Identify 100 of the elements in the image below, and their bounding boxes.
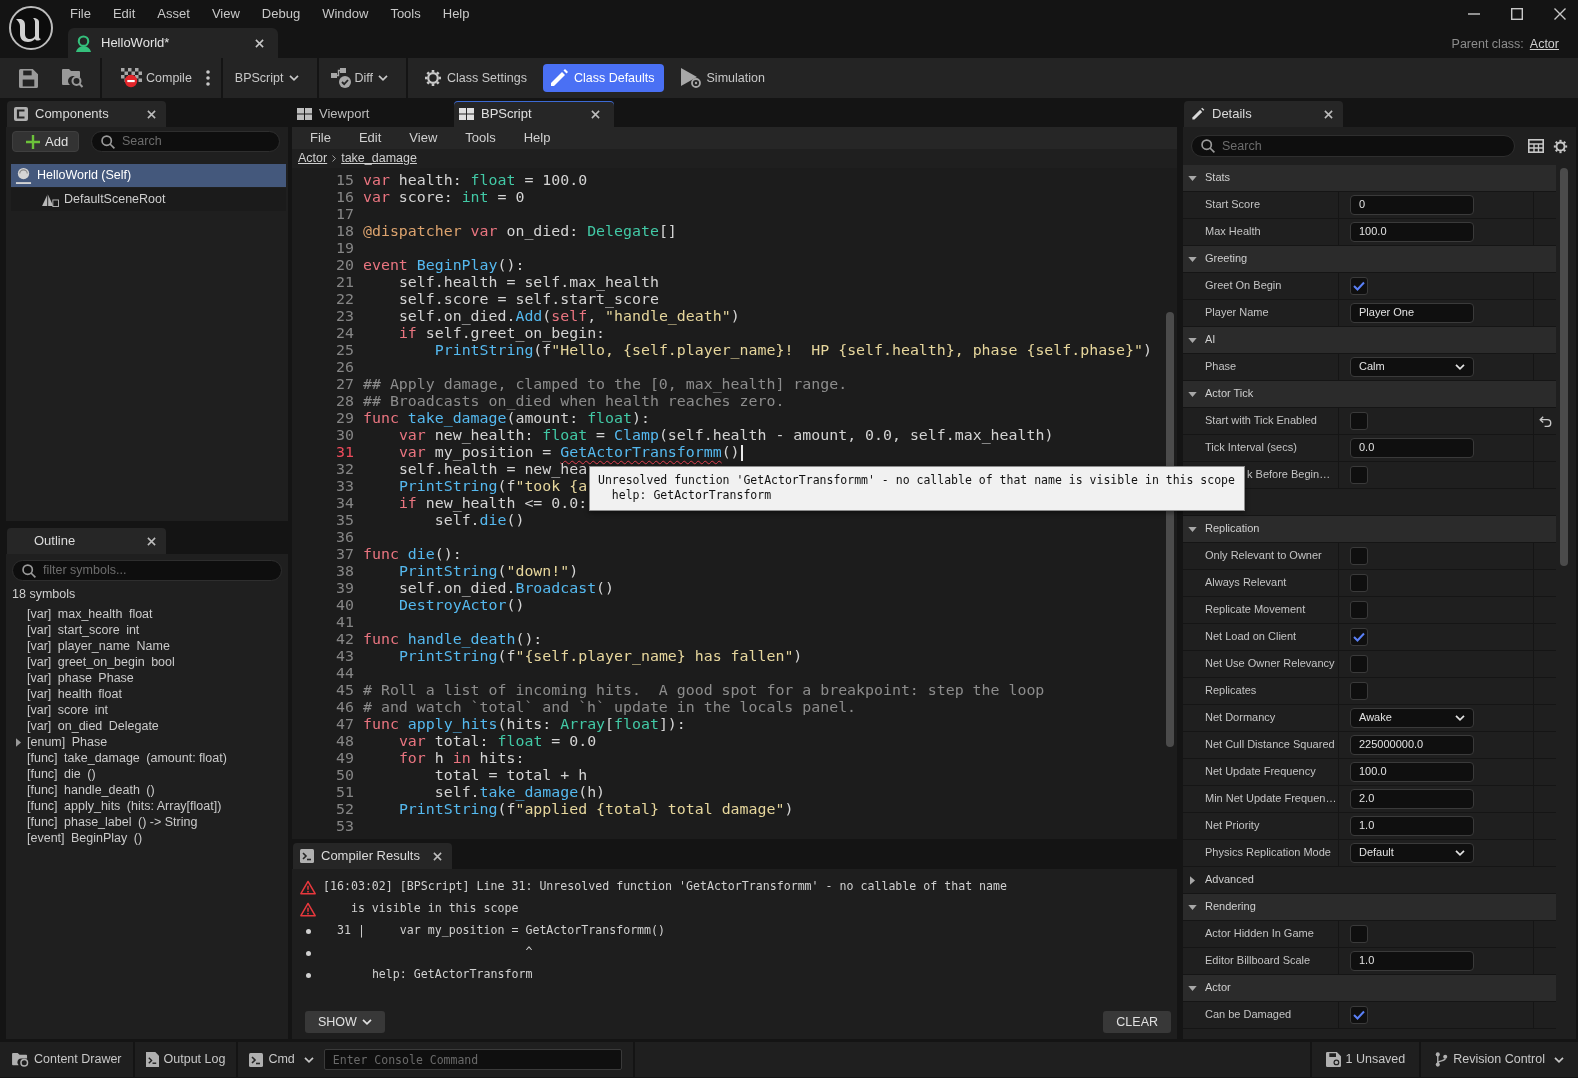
checkbox[interactable]	[1350, 601, 1368, 619]
outline-item[interactable]: [var] player_name Name	[27, 638, 170, 654]
outline-item[interactable]: [var] max_health float	[27, 606, 153, 622]
menu-item[interactable]: Edit	[344, 130, 396, 146]
close-icon[interactable]	[255, 38, 264, 48]
clear-button[interactable]: CLEAR	[1103, 1011, 1171, 1033]
outline-item[interactable]: [func] apply_hits (hits: Array[float])	[27, 798, 222, 814]
outline-item[interactable]: [func] handle_death ()	[27, 782, 155, 798]
parent-class-link[interactable]: Actor	[1529, 37, 1559, 52]
menu-item[interactable]: Asset	[146, 6, 201, 22]
document-tab[interactable]: HelloWorld*	[68, 28, 278, 58]
outline-item[interactable]: [var] start_score int	[27, 622, 140, 638]
show-dropdown[interactable]: SHOW	[305, 1011, 385, 1033]
checkbox[interactable]	[1350, 547, 1368, 565]
expand-triangle-icon[interactable]	[1188, 175, 1197, 181]
checkbox[interactable]	[1350, 277, 1368, 295]
menu-item[interactable]: Window	[311, 6, 380, 22]
category-header[interactable]: Stats	[1183, 165, 1556, 192]
script-dropdown[interactable]: BPScript	[234, 64, 299, 92]
close-icon[interactable]	[147, 536, 156, 546]
category-header[interactable]: Actor Tick	[1183, 381, 1556, 408]
panel-tab[interactable]: Details	[1184, 101, 1343, 127]
content-drawer-button[interactable]: Content Drawer	[12, 1052, 122, 1067]
scrollbar-thumb[interactable]	[1560, 168, 1568, 566]
menu-item[interactable]: Help	[509, 130, 565, 146]
simulation-button[interactable]: Simulation	[679, 64, 765, 92]
save-icon[interactable]	[19, 68, 38, 88]
value-field[interactable]: 1.0	[1350, 951, 1474, 971]
class-settings-button[interactable]: Class Settings	[424, 64, 527, 92]
expand-triangle-icon[interactable]	[1188, 337, 1197, 343]
value-field[interactable]: 1.0	[1350, 816, 1474, 836]
add-button[interactable]: Add	[12, 131, 79, 152]
menu-item[interactable]: Edit	[101, 6, 147, 22]
close-icon[interactable]	[591, 109, 600, 119]
expand-triangle-icon[interactable]	[1188, 526, 1197, 532]
checkbox[interactable]	[1350, 628, 1368, 646]
expand-triangle-icon[interactable]	[1188, 256, 1197, 262]
editor-tab[interactable]: BPScript	[454, 101, 614, 127]
dropdown[interactable]: Default	[1350, 843, 1474, 863]
panel-tab[interactable]: Compiler Results	[293, 843, 452, 869]
value-field[interactable]: 2.0	[1350, 789, 1474, 809]
category-header[interactable]: Actor	[1183, 975, 1556, 1002]
outline-item[interactable]: [func] die ()	[27, 766, 96, 782]
value-field[interactable]: 100.0	[1350, 762, 1474, 782]
category-header[interactable]: AI	[1183, 327, 1556, 354]
class-defaults-button[interactable]: Class Defaults	[542, 64, 664, 92]
expand-triangle-icon[interactable]	[16, 737, 21, 747]
value-field[interactable]: Player One	[1350, 303, 1474, 323]
value-field[interactable]: 0	[1350, 195, 1474, 215]
output-log-button[interactable]: Output Log	[145, 1052, 226, 1067]
unsaved-button[interactable]: 1 Unsaved	[1325, 1052, 1406, 1067]
checkbox[interactable]	[1350, 655, 1368, 673]
revision-control-button[interactable]: Revision Control	[1435, 1052, 1564, 1067]
outline-item[interactable]: [var] score int	[27, 702, 109, 718]
outline-item[interactable]: [var] health float	[27, 686, 122, 702]
settings-icon[interactable]	[1553, 138, 1568, 154]
table-icon[interactable]	[1528, 139, 1544, 153]
checkbox[interactable]	[1350, 412, 1368, 430]
expand-triangle-icon[interactable]	[1188, 391, 1197, 397]
menu-item[interactable]: Debug	[250, 6, 312, 22]
menu-item[interactable]: File	[296, 130, 345, 146]
outline-item[interactable]: [func] phase_label () -> String	[27, 814, 198, 830]
menu-item[interactable]: Tools	[379, 6, 432, 22]
tree-item[interactable]: HelloWorld (Self)	[11, 164, 286, 187]
search-field[interactable]: Search	[1191, 135, 1515, 157]
outline-item[interactable]: [enum] Phase	[27, 734, 108, 750]
value-field[interactable]: 100.0	[1350, 222, 1474, 242]
filter-field[interactable]: filter symbols...	[12, 560, 282, 581]
breadcrumb-link[interactable]: Actor	[298, 151, 328, 166]
menu-item[interactable]: File	[59, 6, 102, 22]
checkbox[interactable]	[1350, 925, 1368, 943]
console-input[interactable]: Enter Console Command	[323, 1049, 622, 1070]
folder-search-icon[interactable]	[62, 68, 84, 88]
panel-tab[interactable]: Outline	[7, 528, 166, 554]
reset-arrow-icon[interactable]	[1538, 415, 1552, 427]
outline-item[interactable]: [var] greet_on_begin bool	[27, 654, 175, 670]
diff-dropdown[interactable]: Diff	[330, 64, 389, 92]
outline-item[interactable]: [var] on_died Delegate	[27, 718, 159, 734]
maximize-icon[interactable]	[1511, 8, 1523, 20]
close-icon[interactable]	[433, 851, 442, 861]
category-header[interactable]: Replication	[1183, 516, 1556, 543]
outline-item[interactable]: [event] BeginPlay ()	[27, 830, 143, 846]
value-field[interactable]: 225000000.0	[1350, 735, 1474, 755]
kebab-menu-icon[interactable]	[205, 70, 210, 86]
checkbox[interactable]	[1350, 682, 1368, 700]
menu-item[interactable]: Help	[431, 6, 481, 22]
checkbox[interactable]	[1350, 574, 1368, 592]
breadcrumb-link[interactable]: take_damage	[341, 151, 417, 166]
close-icon[interactable]	[1554, 8, 1566, 20]
close-icon[interactable]	[147, 109, 156, 119]
category-header[interactable]: Rendering	[1183, 894, 1556, 921]
checkbox[interactable]	[1350, 1006, 1368, 1024]
value-field[interactable]: 0.0	[1350, 438, 1474, 458]
outline-item[interactable]: [var] phase Phase	[27, 670, 134, 686]
close-icon[interactable]	[1324, 109, 1333, 119]
advanced-expander[interactable]: Advanced	[1183, 873, 1254, 887]
search-field[interactable]: Search	[91, 131, 280, 152]
menu-item[interactable]: View	[395, 130, 452, 146]
category-header[interactable]: Greeting	[1183, 246, 1556, 273]
dropdown[interactable]: Calm	[1350, 357, 1474, 377]
